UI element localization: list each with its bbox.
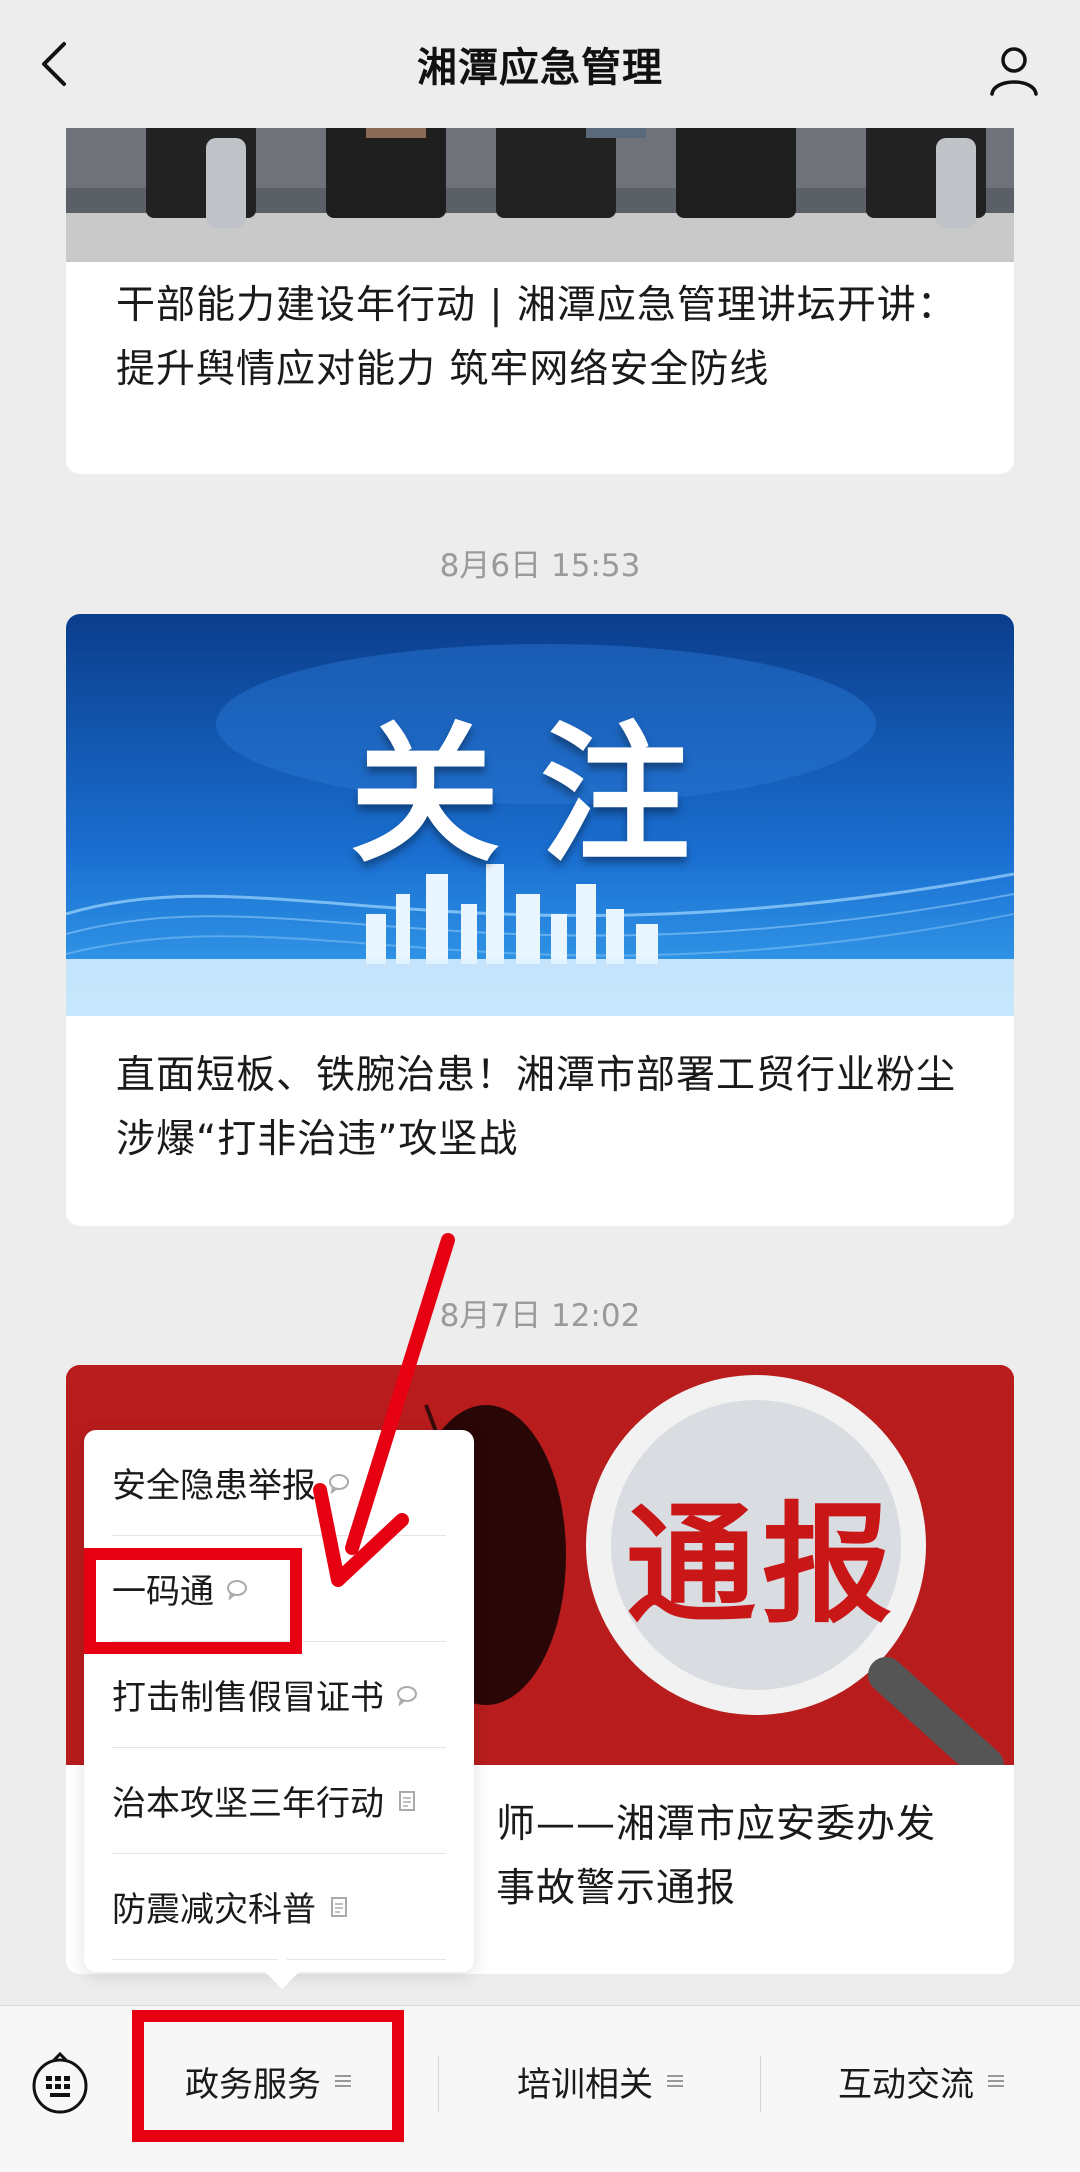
annotation-arrow bbox=[313, 1233, 455, 1587]
